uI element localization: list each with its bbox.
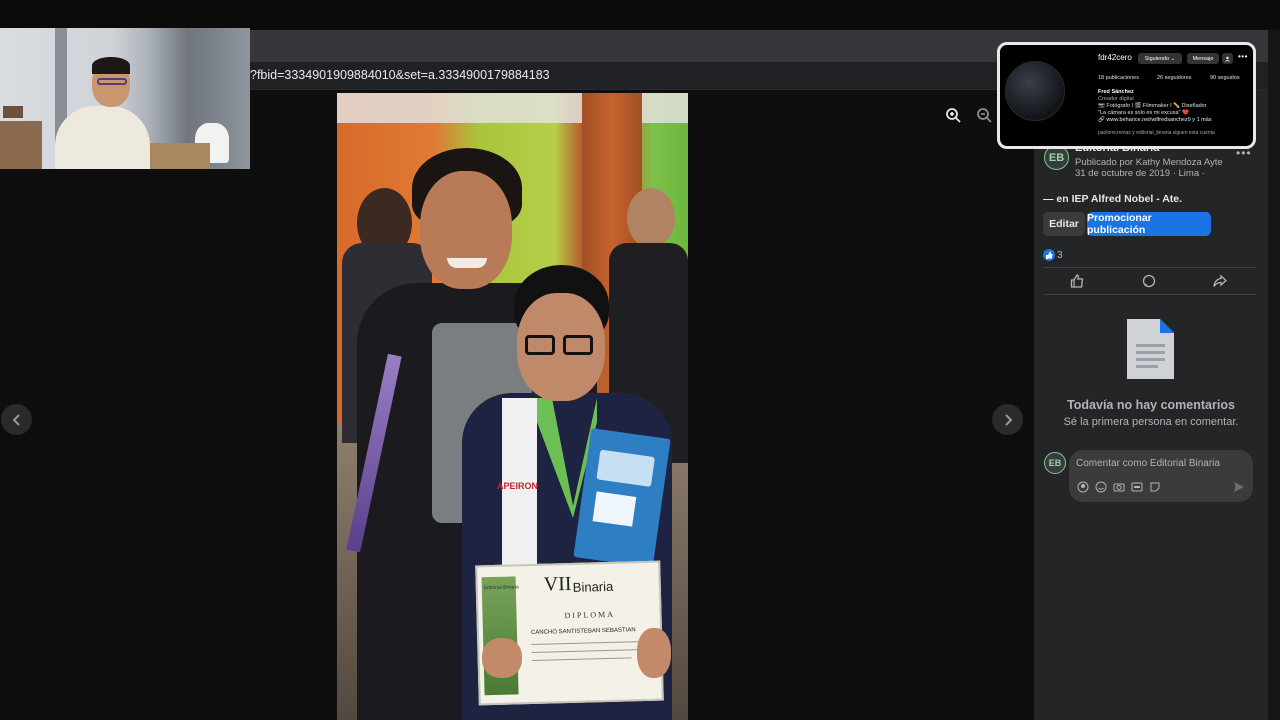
ig-bio-line-1: 📷 Fotógrafo I 🎬 Filmmaker I ✏️ Diseñador [1098, 103, 1207, 109]
ig-bio-line-2: "La cámara es solo es mi excusa" ❤️ [1098, 110, 1189, 116]
zoom-out-icon [977, 108, 992, 123]
mother-smile [447, 258, 487, 268]
sticker-icon[interactable] [1149, 481, 1161, 493]
ig-followers-count[interactable]: 26 seguidores [1157, 75, 1192, 81]
comment-input[interactable]: Comentar como Editorial Binaria [1076, 458, 1220, 469]
diploma: Editorial Binaria VII Binaria DIPLOMA CA… [475, 560, 664, 706]
instagram-profile-overlay: fdr42cero Siguiendo ⌄ Mensaje ••• 18 pub… [997, 42, 1256, 149]
diploma-edition: VII [543, 572, 572, 596]
edit-button[interactable]: Editar [1043, 212, 1085, 236]
emoji-icon[interactable] [1095, 481, 1107, 493]
avatar-sticker-icon[interactable] [1077, 481, 1089, 493]
diploma-logo-text: Editorial Binaria [483, 584, 519, 592]
zoom-in-button[interactable] [941, 103, 965, 127]
location-tag[interactable]: — en IEP Alfred Nobel - Ate. [1043, 193, 1182, 205]
suggest-button[interactable] [1222, 53, 1233, 64]
glasses-right [563, 335, 593, 355]
zoom-out-button[interactable] [972, 103, 996, 127]
thumbs-up-icon [1070, 274, 1084, 288]
comment-box[interactable]: Comentar como Editorial Binaria [1069, 450, 1253, 502]
ig-following-count[interactable]: 90 seguidos [1210, 75, 1240, 81]
ig-posts-count: 18 publicaciones [1098, 75, 1139, 81]
hand-left [482, 638, 522, 678]
ig-more-icon[interactable]: ••• [1238, 52, 1248, 61]
bg-woman-head [627, 188, 675, 248]
promote-button[interactable]: Promocionar publicación [1087, 212, 1211, 236]
like-button[interactable] [1070, 274, 1084, 293]
add-person-icon [1224, 56, 1230, 62]
hand-right [637, 628, 671, 678]
divider [1043, 294, 1256, 295]
comment-button[interactable] [1142, 274, 1156, 293]
published-by[interactable]: Publicado por Kathy Mendoza Ayte [1075, 157, 1223, 168]
commenter-avatar: EB [1044, 452, 1066, 474]
divider [1043, 267, 1256, 268]
window-edge [1268, 30, 1280, 720]
jacket-brand: APEIRON [497, 481, 539, 491]
no-comments-subtitle: Sé la primera persona en comentar. [1063, 416, 1239, 428]
following-button[interactable]: Siguiendo ⌄ [1138, 53, 1182, 64]
like-reaction-icon[interactable] [1043, 249, 1055, 261]
mother-face [420, 171, 512, 289]
reaction-count[interactable]: 3 [1057, 250, 1063, 261]
top-band [0, 0, 1280, 30]
share-button[interactable] [1213, 274, 1227, 293]
url-text[interactable]: ?fbid=3334901909884010&set=a.33349001798… [250, 68, 550, 82]
ig-name: Fred Sánchez [1098, 89, 1134, 95]
ig-followed-by[interactable]: paolomcremas y editorial_binaria siguen … [1098, 130, 1215, 136]
zoom-in-icon [946, 108, 961, 123]
diploma-recipient: CANCHO SANTISTEBAN SEBASTIAN [530, 627, 636, 637]
ig-category: Creador digital [1098, 96, 1134, 102]
post-photo[interactable]: APEIRON Editorial Binaria VII Binaria DI… [337, 93, 688, 720]
post-date[interactable]: 31 de octubre de 2019 · Lima · [1075, 168, 1205, 179]
post-side-panel: EB Editorial Binaria Publicado por Kathy… [1034, 90, 1268, 720]
ig-link[interactable]: 🔗 www.behance.net/wilfredsanchez9 y 1 má… [1098, 117, 1212, 123]
diploma-brand: Binaria [572, 578, 614, 595]
send-icon[interactable] [1233, 481, 1245, 493]
comment-icon [1142, 274, 1156, 288]
glasses-left [525, 335, 555, 355]
webcam-overlay [0, 28, 250, 169]
prev-photo-button[interactable] [1, 404, 32, 435]
next-photo-button[interactable] [992, 404, 1023, 435]
diploma-heading: DIPLOMA [564, 609, 616, 621]
empty-comments-icon [1127, 319, 1174, 384]
ig-username[interactable]: fdr42cero [1098, 53, 1132, 62]
profile-avatar[interactable] [1005, 61, 1065, 121]
chevron-left-icon [12, 413, 20, 426]
chevron-right-icon [1004, 413, 1012, 426]
no-comments-title: Todavía no hay comentarios [1067, 398, 1235, 412]
camera-icon[interactable] [1113, 481, 1125, 493]
gif-icon[interactable] [1131, 481, 1143, 493]
message-button[interactable]: Mensaje [1187, 53, 1219, 64]
share-icon [1213, 274, 1227, 287]
